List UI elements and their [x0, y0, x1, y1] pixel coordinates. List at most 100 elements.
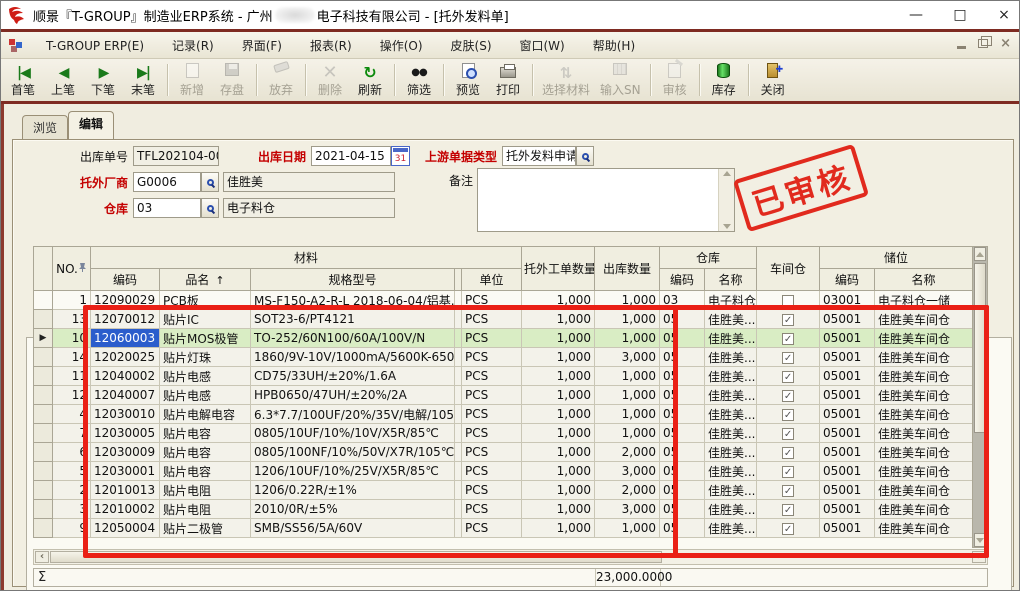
cell-loc-name[interactable]: 佳胜美车间仓 — [875, 367, 972, 386]
cell-loc-name[interactable]: 佳胜美车间仓 — [875, 500, 972, 519]
menu-item-2[interactable]: 界面(F) — [228, 35, 296, 57]
cell-out-qty[interactable]: 3,000 — [595, 462, 660, 481]
cell-narrow[interactable] — [455, 386, 462, 405]
cell-workshop[interactable]: ✓ — [757, 329, 820, 348]
cell-spec[interactable]: 0805/100NF/10%/50V/X7R/105℃ — [251, 443, 455, 462]
cell-narrow[interactable] — [455, 481, 462, 500]
header-order-qty[interactable]: 托外工单数量 — [522, 247, 595, 291]
cell-wh-code[interactable]: 05 — [660, 348, 705, 367]
cell-name[interactable]: 贴片灯珠 — [160, 348, 251, 367]
cell-wh-name[interactable]: 佳胜美... — [705, 367, 757, 386]
cell-order-qty[interactable]: 1,000 — [522, 329, 595, 348]
cell-loc-code[interactable]: 05001 — [820, 519, 875, 538]
cell-unit[interactable]: PCS — [462, 443, 522, 462]
mdi-close-button[interactable]: × — [1000, 39, 1011, 49]
cell-loc-name[interactable]: 佳胜美车间仓 — [875, 348, 972, 367]
cell-narrow[interactable] — [455, 443, 462, 462]
cell-no[interactable]: 1 — [53, 291, 91, 310]
cell-loc-code[interactable]: 05001 — [820, 443, 875, 462]
vendor-code-field[interactable]: G0006 — [133, 172, 201, 192]
cell-loc-name[interactable]: 佳胜美车间仓 — [875, 310, 972, 329]
cell-wh-name[interactable]: 佳胜美... — [705, 519, 757, 538]
toolbar-button-上笔[interactable]: ◀上笔 — [43, 61, 83, 99]
cell-code[interactable]: 12050004 — [91, 519, 160, 538]
toolbar-button-刷新[interactable]: ↻刷新 — [350, 61, 390, 99]
cell-spec[interactable]: SOT23-6/PT4121 — [251, 310, 455, 329]
header-wh-code[interactable]: 编码 — [660, 269, 705, 291]
cell-code[interactable]: 12060003 — [91, 329, 160, 348]
cell-unit[interactable]: PCS — [462, 367, 522, 386]
cell-unit[interactable]: PCS — [462, 519, 522, 538]
cell-loc-name[interactable]: 佳胜美车间仓 — [875, 405, 972, 424]
checkbox-checked-icon[interactable]: ✓ — [782, 314, 794, 326]
cell-wh-name[interactable]: 佳胜美... — [705, 462, 757, 481]
cell-spec[interactable]: TO-252/60N100/60A/100V/N — [251, 329, 455, 348]
cell-loc-name[interactable]: 佳胜美车间仓 — [875, 462, 972, 481]
menu-item-1[interactable]: 记录(R) — [158, 35, 228, 57]
checkbox-checked-icon[interactable]: ✓ — [782, 352, 794, 364]
checkbox-checked-icon[interactable]: ✓ — [782, 523, 794, 535]
menu-item-3[interactable]: 报表(R) — [296, 35, 366, 57]
cell-loc-code[interactable]: 05001 — [820, 405, 875, 424]
checkbox-checked-icon[interactable]: ✓ — [782, 504, 794, 516]
menu-item-5[interactable]: 皮肤(S) — [437, 35, 506, 57]
cell-workshop[interactable]: ✓ — [757, 519, 820, 538]
row-indicator[interactable] — [34, 367, 53, 386]
cell-name[interactable]: 贴片IC — [160, 310, 251, 329]
row-indicator[interactable] — [34, 424, 53, 443]
cell-narrow[interactable] — [455, 367, 462, 386]
checkbox-unchecked-icon[interactable] — [782, 295, 794, 307]
cell-out-qty[interactable]: 1,000 — [595, 291, 660, 310]
cell-wh-name[interactable]: 佳胜美... — [705, 443, 757, 462]
scroll-down-icon[interactable] — [723, 224, 731, 229]
cell-no[interactable]: 7 — [53, 424, 91, 443]
upstream-type-field[interactable]: 托外发料申请 — [502, 146, 576, 166]
cell-out-qty[interactable]: 1,000 — [595, 329, 660, 348]
header-loc-name[interactable]: 名称 — [875, 269, 972, 291]
cell-loc-code[interactable]: 05001 — [820, 329, 875, 348]
cell-loc-name[interactable]: 佳胜美车间仓 — [875, 481, 972, 500]
cell-workshop[interactable]: ✓ — [757, 424, 820, 443]
cell-workshop[interactable]: ✓ — [757, 310, 820, 329]
scroll-right-icon[interactable]: › — [972, 551, 986, 563]
cell-spec[interactable]: 1206/10UF/10%/25V/X5R/85℃ — [251, 462, 455, 481]
cell-order-qty[interactable]: 1,000 — [522, 519, 595, 538]
cell-narrow[interactable] — [455, 310, 462, 329]
toolbar-button-下笔[interactable]: ▶下笔 — [83, 61, 123, 99]
cell-order-qty[interactable]: 1,000 — [522, 443, 595, 462]
cell-workshop[interactable]: ✓ — [757, 348, 820, 367]
cell-spec[interactable]: 0805/10UF/10%/10V/X5R/85℃ — [251, 424, 455, 443]
cell-loc-name[interactable]: 佳胜美车间仓 — [875, 386, 972, 405]
cell-wh-name[interactable]: 佳胜美... — [705, 500, 757, 519]
cell-name[interactable]: 贴片二极管 — [160, 519, 251, 538]
cell-code[interactable]: 12020025 — [91, 348, 160, 367]
cell-out-qty[interactable]: 1,000 — [595, 424, 660, 443]
cell-no[interactable]: 10 — [53, 329, 91, 348]
cell-no[interactable]: 12 — [53, 386, 91, 405]
toolbar-button-筛选[interactable]: ●●筛选 — [399, 61, 439, 99]
cell-no[interactable]: 4 — [53, 405, 91, 424]
cell-order-qty[interactable]: 1,000 — [522, 291, 595, 310]
cell-out-qty[interactable]: 1,000 — [595, 405, 660, 424]
cell-code[interactable]: 12040007 — [91, 386, 160, 405]
cell-workshop[interactable]: ✓ — [757, 481, 820, 500]
cell-name[interactable]: 贴片电阻 — [160, 500, 251, 519]
cell-order-qty[interactable]: 1,000 — [522, 462, 595, 481]
cell-spec[interactable]: 1860/9V-10V/1000mA/5600K-6500K... — [251, 348, 455, 367]
cell-wh-name[interactable]: 佳胜美... — [705, 386, 757, 405]
cell-wh-name[interactable]: 佳胜美... — [705, 329, 757, 348]
cell-unit[interactable]: PCS — [462, 462, 522, 481]
cell-no[interactable]: 2 — [53, 481, 91, 500]
checkbox-checked-icon[interactable]: ✓ — [782, 409, 794, 421]
remark-textarea[interactable] — [477, 168, 735, 232]
cell-workshop[interactable] — [757, 291, 820, 310]
cell-code[interactable]: 12010013 — [91, 481, 160, 500]
cell-loc-code[interactable]: 05001 — [820, 367, 875, 386]
header-no[interactable]: NO. — [53, 247, 91, 291]
cell-wh-code[interactable]: 05 — [660, 424, 705, 443]
cell-out-qty[interactable]: 3,000 — [595, 348, 660, 367]
menu-item-4[interactable]: 操作(O) — [366, 35, 437, 57]
cell-wh-code[interactable]: 05 — [660, 500, 705, 519]
cell-workshop[interactable]: ✓ — [757, 367, 820, 386]
mdi-minimize-button[interactable] — [957, 46, 966, 49]
